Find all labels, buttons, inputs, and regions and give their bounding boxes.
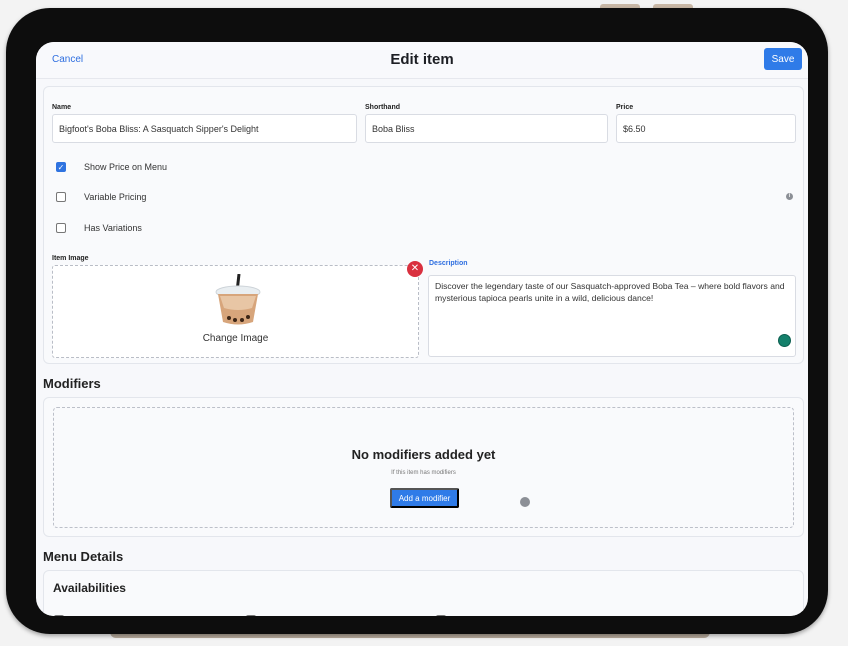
item-image-dropzone[interactable]: Change Image <box>52 265 419 358</box>
show-price-checkbox[interactable]: ✓ <box>56 162 66 172</box>
has-variations-label: Has Variations <box>84 223 142 233</box>
screen: Cancel Edit item Save Name Bigfoot's Bob… <box>36 42 808 616</box>
name-label: Name <box>52 104 72 111</box>
close-icon[interactable]: ✕ <box>407 261 423 277</box>
header: Cancel Edit item Save <box>36 42 808 79</box>
show-price-label: Show Price on Menu <box>84 162 168 172</box>
empty-subtitle: If this item has modifiers <box>391 470 456 476</box>
menu-details-title: Menu Details <box>43 549 124 564</box>
shorthand-label: Shorthand <box>365 104 400 111</box>
empty-title: No modifiers added yet <box>351 447 496 462</box>
shorthand-input[interactable]: Boba Bliss <box>365 114 608 143</box>
modifiers-empty-state: No modifiers added yet If this item has … <box>53 407 794 528</box>
variable-pricing-label: Variable Pricing <box>84 192 147 202</box>
variable-pricing-checkbox[interactable] <box>56 192 66 202</box>
description-label: Description <box>429 260 468 267</box>
stage: Cancel Edit item Save Name Bigfoot's Bob… <box>0 0 848 646</box>
availability-checkbox[interactable] <box>436 615 446 616</box>
availabilities-card: Availabilities <box>43 570 804 616</box>
grammar-badge-icon[interactable] <box>778 334 791 347</box>
pointer-cursor <box>520 497 530 507</box>
save-button[interactable]: Save <box>764 48 802 70</box>
item-image-label: Item Image <box>52 255 89 262</box>
description-textarea[interactable]: Discover the legendary taste of our Sasq… <box>428 275 796 357</box>
price-label: Price <box>616 104 634 111</box>
boba-cup-image <box>215 274 261 325</box>
availabilities-title: Availabilities <box>53 581 126 595</box>
item-details-card: Name Bigfoot's Boba Bliss: A Sasquatch S… <box>43 86 804 364</box>
change-image-label[interactable]: Change Image <box>53 333 418 344</box>
add-modifier-button[interactable]: Add a modifier <box>390 488 459 508</box>
name-input[interactable]: Bigfoot's Boba Bliss: A Sasquatch Sipper… <box>52 114 357 143</box>
modifiers-title: Modifiers <box>43 376 101 391</box>
availability-checkbox[interactable] <box>246 615 256 616</box>
price-input[interactable]: $6.50 <box>616 114 796 143</box>
info-icon[interactable]: i <box>786 193 793 200</box>
modifiers-card: No modifiers added yet If this item has … <box>43 397 804 537</box>
page-title: Edit item <box>390 51 454 68</box>
has-variations-checkbox[interactable] <box>56 223 66 233</box>
tablet-frame: Cancel Edit item Save Name Bigfoot's Bob… <box>6 8 828 634</box>
availability-checkbox[interactable] <box>54 615 64 616</box>
